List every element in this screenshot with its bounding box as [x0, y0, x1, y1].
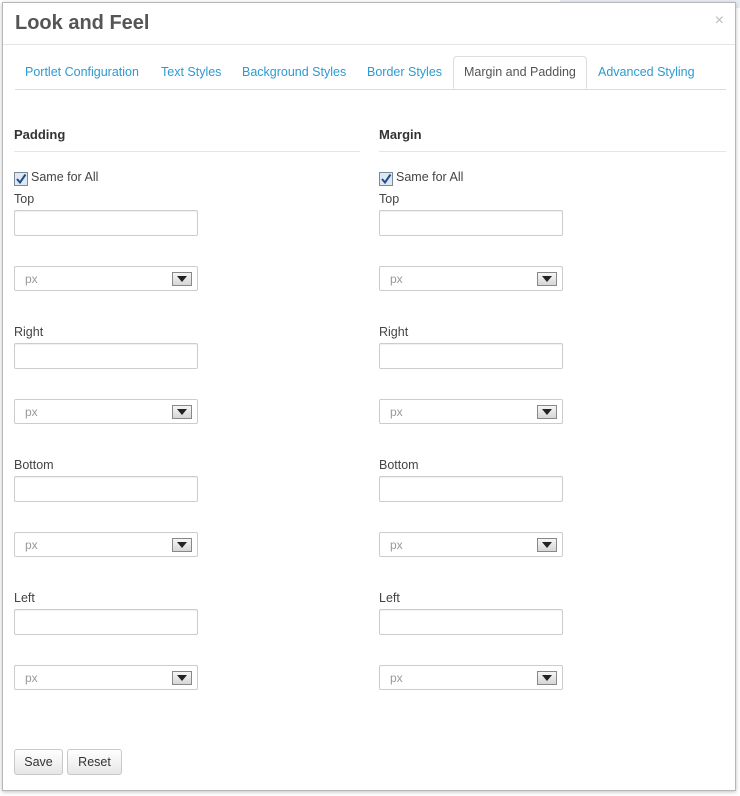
padding-bottom-unit-value: px	[25, 538, 38, 552]
padding-top-input[interactable]	[14, 210, 198, 236]
padding-top-unit-select[interactable]: px	[14, 266, 198, 291]
padding-heading: Padding	[14, 127, 66, 142]
look-and-feel-dialog: Look and Feel × Portlet Configuration Te…	[2, 2, 736, 791]
margin-right-unit-select[interactable]: px	[379, 399, 563, 424]
padding-bottom-label: Bottom	[14, 458, 54, 472]
margin-left-label: Left	[379, 591, 400, 605]
tab-margin-and-padding[interactable]: Margin and Padding	[453, 56, 587, 89]
margin-right-input[interactable]	[379, 343, 563, 369]
dropdown-arrow-icon[interactable]	[537, 671, 557, 685]
tab-bar: Portlet Configuration Text Styles Backgr…	[15, 56, 726, 90]
close-icon[interactable]: ×	[715, 12, 724, 30]
margin-bottom-label: Bottom	[379, 458, 419, 472]
dropdown-arrow-icon[interactable]	[172, 272, 192, 286]
dropdown-arrow-icon[interactable]	[172, 538, 192, 552]
margin-left-unit-value: px	[390, 671, 403, 685]
margin-divider	[379, 151, 726, 152]
padding-bottom-input[interactable]	[14, 476, 198, 502]
margin-bottom-unit-value: px	[390, 538, 403, 552]
tab-text-styles[interactable]: Text Styles	[161, 56, 221, 89]
dropdown-arrow-icon[interactable]	[537, 405, 557, 419]
padding-same-for-all-checkbox[interactable]	[14, 172, 28, 186]
dialog-title: Look and Feel	[15, 12, 150, 34]
padding-right-input[interactable]	[14, 343, 198, 369]
padding-same-for-all-label: Same for All	[31, 170, 99, 184]
margin-same-for-all-checkbox[interactable]	[379, 172, 393, 186]
reset-button[interactable]: Reset	[67, 749, 122, 775]
tab-background-styles[interactable]: Background Styles	[242, 56, 346, 89]
padding-top-unit-value: px	[25, 272, 38, 286]
dropdown-arrow-icon[interactable]	[172, 405, 192, 419]
padding-left-label: Left	[14, 591, 35, 605]
margin-left-unit-select[interactable]: px	[379, 665, 563, 690]
checkmark-icon	[16, 173, 27, 185]
margin-same-for-all-label: Same for All	[396, 170, 464, 184]
margin-left-input[interactable]	[379, 609, 563, 635]
margin-right-unit-value: px	[390, 405, 403, 419]
margin-top-label: Top	[379, 192, 400, 206]
save-button[interactable]: Save	[14, 749, 63, 775]
margin-heading: Margin	[379, 127, 422, 142]
margin-bottom-input[interactable]	[379, 476, 563, 502]
checkmark-icon	[381, 173, 392, 185]
dropdown-arrow-icon[interactable]	[537, 538, 557, 552]
margin-bottom-unit-select[interactable]: px	[379, 532, 563, 557]
margin-top-input[interactable]	[379, 210, 563, 236]
dropdown-arrow-icon[interactable]	[172, 671, 192, 685]
padding-left-unit-select[interactable]: px	[14, 665, 198, 690]
padding-bottom-unit-select[interactable]: px	[14, 532, 198, 557]
margin-top-unit-value: px	[390, 272, 403, 286]
padding-top-label: Top	[14, 192, 35, 206]
margin-top-unit-select[interactable]: px	[379, 266, 563, 291]
margin-right-label: Right	[379, 325, 409, 339]
padding-left-input[interactable]	[14, 609, 198, 635]
padding-divider	[14, 151, 360, 152]
tab-portlet-configuration[interactable]: Portlet Configuration	[25, 56, 139, 89]
dropdown-arrow-icon[interactable]	[537, 272, 557, 286]
padding-right-label: Right	[14, 325, 44, 339]
padding-right-unit-value: px	[25, 405, 38, 419]
tab-border-styles[interactable]: Border Styles	[367, 56, 442, 89]
dialog-header: Look and Feel ×	[3, 3, 735, 45]
tab-advanced-styling[interactable]: Advanced Styling	[598, 56, 695, 89]
padding-right-unit-select[interactable]: px	[14, 399, 198, 424]
padding-left-unit-value: px	[25, 671, 38, 685]
